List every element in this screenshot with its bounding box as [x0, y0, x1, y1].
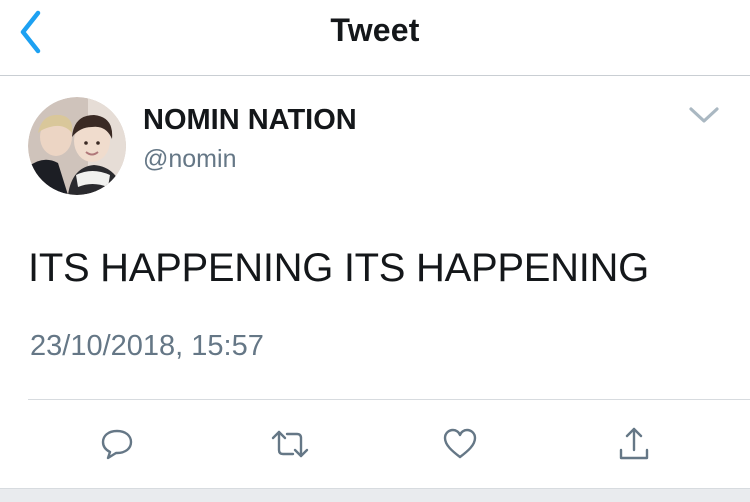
reply-button[interactable] [95, 422, 139, 466]
bottom-separator [0, 488, 750, 502]
like-button[interactable] [438, 422, 482, 466]
reply-icon [101, 429, 133, 460]
share-button[interactable] [612, 422, 656, 466]
divider [28, 399, 750, 400]
avatar[interactable] [28, 97, 126, 195]
heart-icon [443, 428, 477, 459]
share-icon [619, 427, 649, 460]
navigation-bar: Tweet [0, 0, 750, 76]
page-title: Tweet [330, 12, 420, 48]
retweet-icon [271, 430, 309, 458]
tweet-timestamp: 23/10/2018, 15:57 [30, 330, 264, 362]
tweet-detail-screen: Tweet NOMIN NATION @nomin ITS HAPPENING … [0, 0, 750, 502]
retweet-button[interactable] [268, 422, 312, 466]
author-handle[interactable]: @nomin [143, 145, 236, 174]
chevron-down-icon [689, 107, 719, 123]
author-display-name[interactable]: NOMIN NATION [143, 104, 357, 137]
tweet-menu-button[interactable] [684, 100, 724, 130]
tweet-text: ITS HAPPENING ITS HAPPENING [28, 246, 649, 290]
